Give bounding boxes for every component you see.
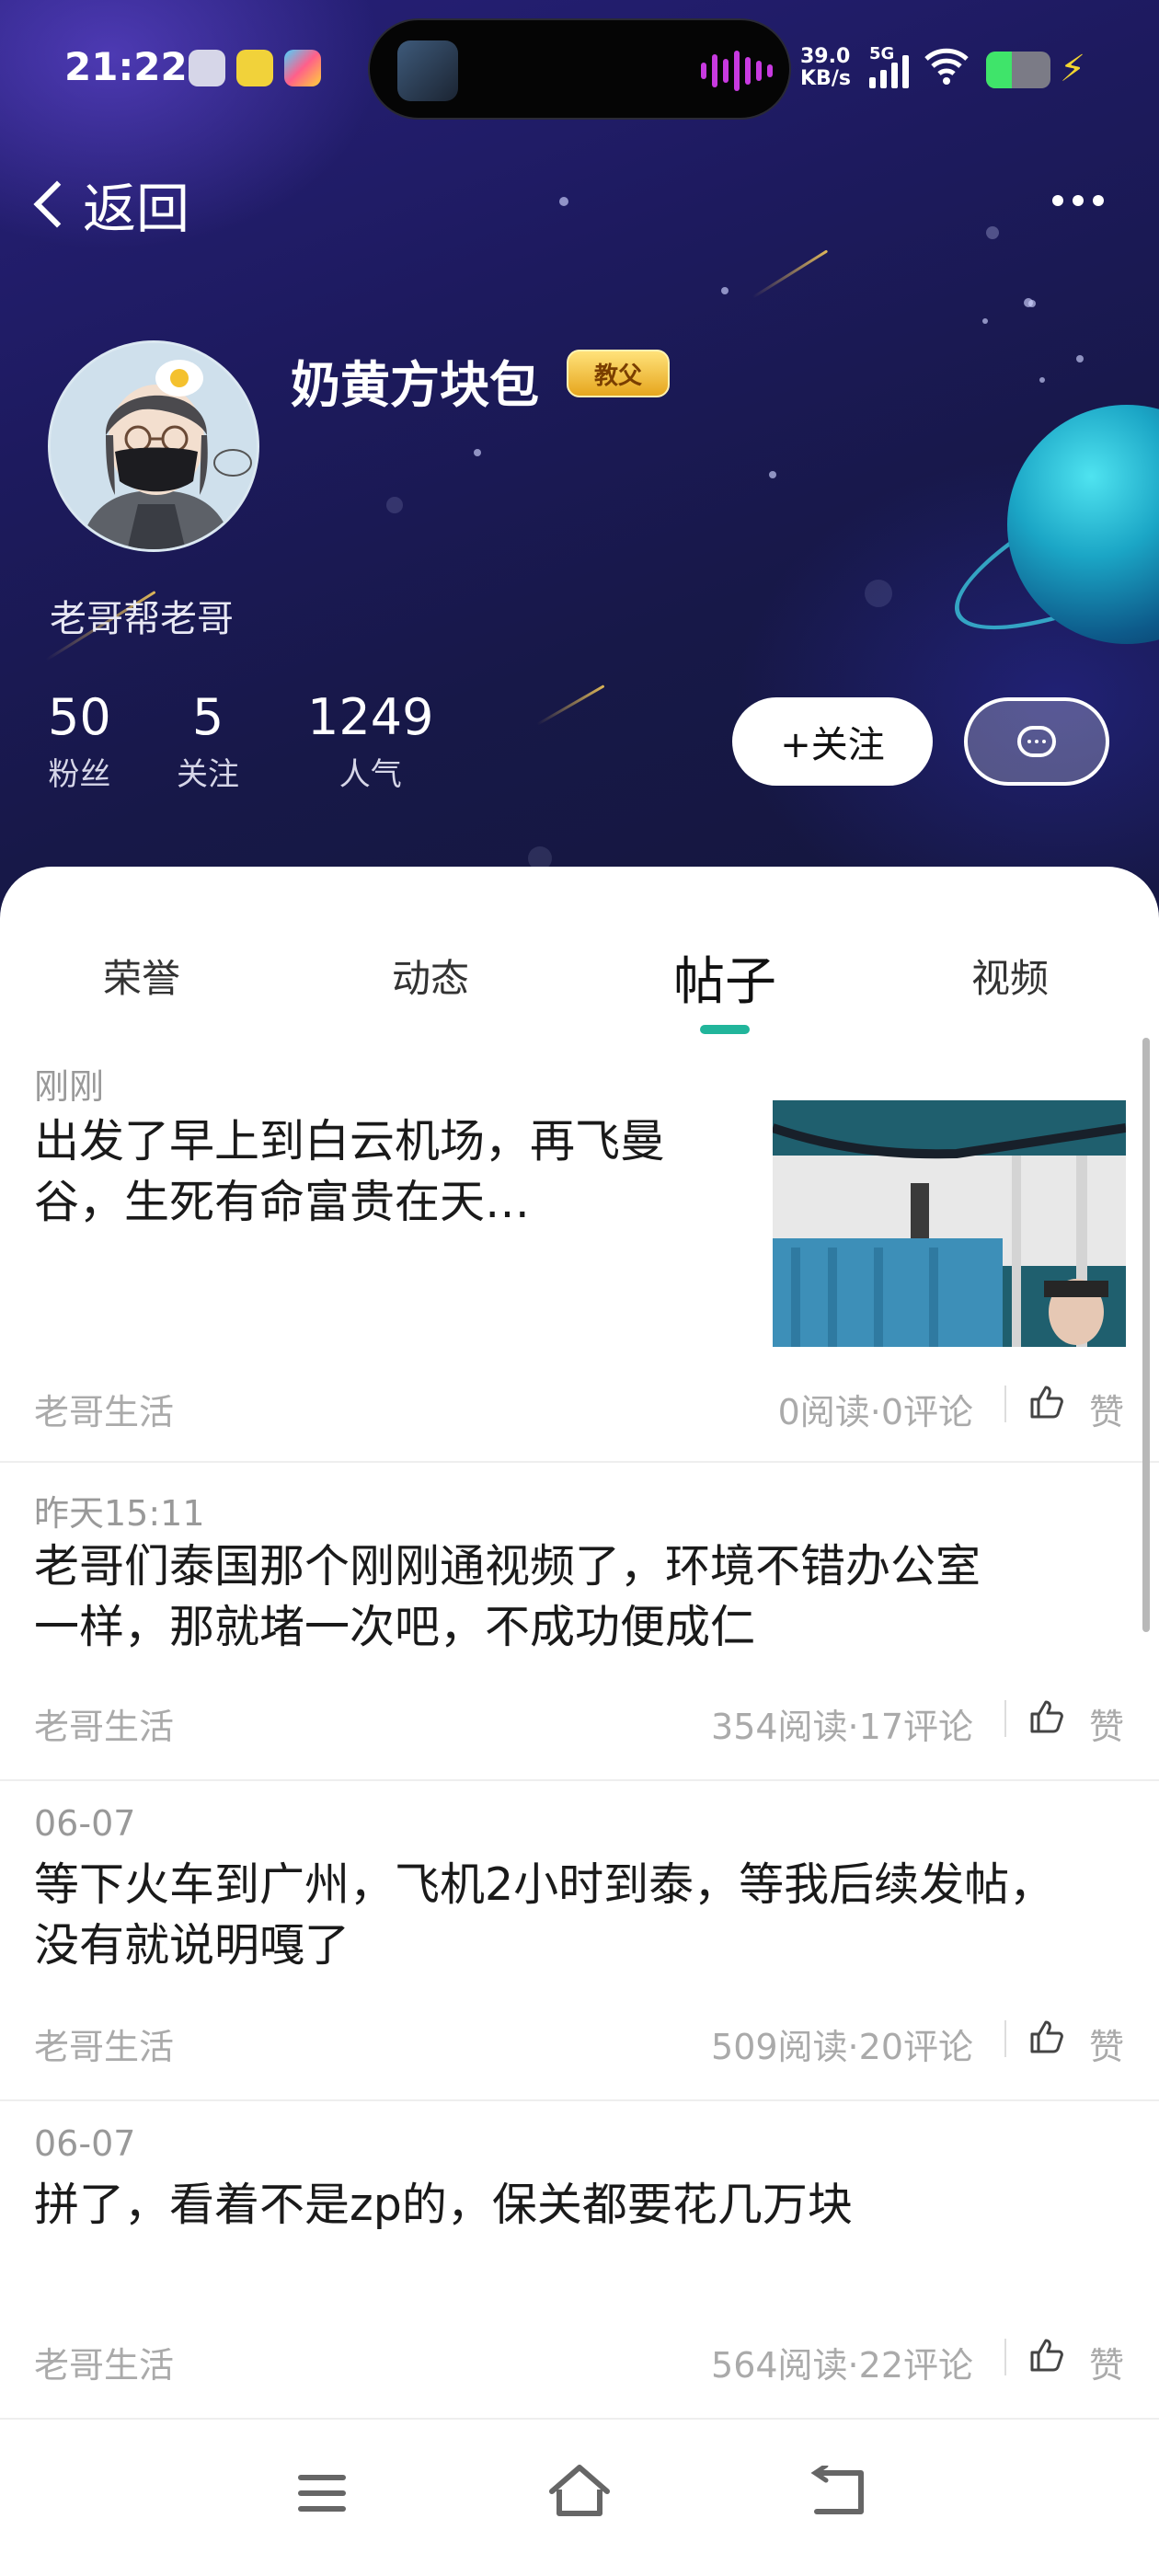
thumbs-up-icon[interactable] [1028, 2337, 1065, 2374]
charging-bolt-icon: ⚡ [1060, 48, 1086, 90]
post-thumbnail[interactable] [773, 1100, 1126, 1347]
avatar[interactable] [48, 340, 259, 552]
app-notification-icon [236, 50, 273, 86]
tab-posts[interactable]: 帖子 [673, 940, 776, 1015]
home-icon[interactable] [546, 2462, 613, 2521]
network-type: 5G [869, 44, 895, 63]
post-date: 06-07 [34, 1803, 136, 1844]
dynamic-island[interactable] [368, 18, 791, 120]
chevron-left-icon [33, 180, 81, 228]
post-item[interactable]: 06-07 拼了，看着不是zp的，保关都要花几万块 老哥生活 564阅读·22评… [0, 2101, 1159, 2420]
notification-icons [189, 50, 321, 86]
divider [1004, 2339, 1006, 2375]
like-label[interactable]: 赞 [1089, 1384, 1124, 1434]
thumbs-up-icon[interactable] [1028, 2018, 1065, 2055]
post-item[interactable]: 昨天15:11 老哥们泰国那个刚刚通视频了，环境不错办公室 一样，那就堵一次吧，… [0, 1463, 1159, 1781]
like-label[interactable]: 赞 [1089, 1698, 1124, 1749]
system-nav-bar [0, 2429, 1159, 2576]
stat-following[interactable]: 5 关注 [177, 690, 239, 794]
follow-button[interactable]: +关注 [732, 697, 933, 786]
post-date: 刚刚 [34, 1066, 105, 1107]
message-button[interactable] [964, 697, 1109, 786]
tab-videos[interactable]: 视频 [971, 948, 1049, 1004]
like-label[interactable]: 赞 [1089, 2018, 1124, 2069]
post-category[interactable]: 老哥生活 [34, 2337, 174, 2387]
like-label[interactable]: 赞 [1089, 2337, 1124, 2387]
tab-honors[interactable]: 荣誉 [103, 948, 180, 1004]
profile-screen: 21:22 39.0 KB/s 5G ⚡ 返回 奶黄方块包 教父 老哥帮老哥 5… [0, 0, 1159, 2576]
post-category[interactable]: 老哥生活 [34, 1384, 174, 1434]
post-date: 昨天15:11 [34, 1493, 205, 1534]
menu-icon[interactable] [294, 2466, 350, 2521]
post-stats: 564阅读·22评论 [711, 2345, 973, 2386]
post-stats: 354阅读·17评论 [711, 1707, 973, 1747]
scrollbar[interactable] [1142, 1038, 1150, 1632]
more-dots-icon[interactable] [1052, 195, 1104, 206]
divider [1004, 2020, 1006, 2057]
profile-bio: 老哥帮老哥 [50, 598, 234, 640]
post-category[interactable]: 老哥生活 [34, 1698, 174, 1749]
post-stats: 509阅读·20评论 [711, 2027, 973, 2067]
battery-icon [986, 52, 1050, 88]
audio-wave-icon [701, 48, 773, 94]
post-stats: 0阅读·0评论 [777, 1392, 973, 1432]
post-title: 出发了早上到白云机场，再飞曼 谷，生死有命富贵在天… [34, 1115, 666, 1228]
stat-fans[interactable]: 50 粉丝 [48, 690, 111, 794]
back-button[interactable]: 返回 [28, 166, 189, 243]
post-date: 06-07 [34, 2123, 136, 2164]
tab-bar: 荣誉 动态 帖子 视频 [0, 867, 1159, 1034]
back-label: 返回 [83, 178, 190, 240]
network-speed: 39.0 KB/s [800, 45, 851, 90]
wifi-icon [924, 46, 970, 95]
thumbs-up-icon[interactable] [1028, 1384, 1065, 1420]
divider [1004, 1700, 1006, 1737]
post-title: 拼了，看着不是zp的，保关都要花几万块 [34, 2179, 853, 2231]
post-title: 老哥们泰国那个刚刚通视频了，环境不错办公室 一样，那就堵一次吧，不成功便成仁 [34, 1540, 981, 1653]
tab-activity[interactable]: 动态 [392, 948, 469, 1004]
rank-badge[interactable]: 教父 [567, 350, 670, 397]
post-item[interactable]: 06-07 等下火车到广州，飞机2小时到泰，等我后续发帖， 没有就说明嘎了 老哥… [0, 1781, 1159, 2101]
status-bar: 21:22 39.0 KB/s 5G ⚡ [0, 0, 1159, 138]
app-notification-icon [189, 50, 225, 86]
divider [1004, 1386, 1006, 1422]
post-title: 等下火车到广州，飞机2小时到泰，等我后续发帖， 没有就说明嘎了 [34, 1858, 1055, 1972]
chat-bubble-icon [1017, 726, 1056, 757]
status-time: 21:22 [64, 44, 188, 89]
post-category[interactable]: 老哥生活 [34, 2018, 174, 2069]
profile-name: 奶黄方块包 [291, 356, 539, 414]
thumbs-up-icon[interactable] [1028, 1698, 1065, 1735]
active-tab-indicator [700, 1025, 750, 1034]
media-thumbnail [397, 40, 458, 101]
signal-icon: 5G [869, 44, 909, 88]
app-notification-icon [284, 50, 321, 86]
back-nav-icon[interactable] [809, 2463, 868, 2521]
stat-popularity: 1249 人气 [307, 688, 434, 794]
